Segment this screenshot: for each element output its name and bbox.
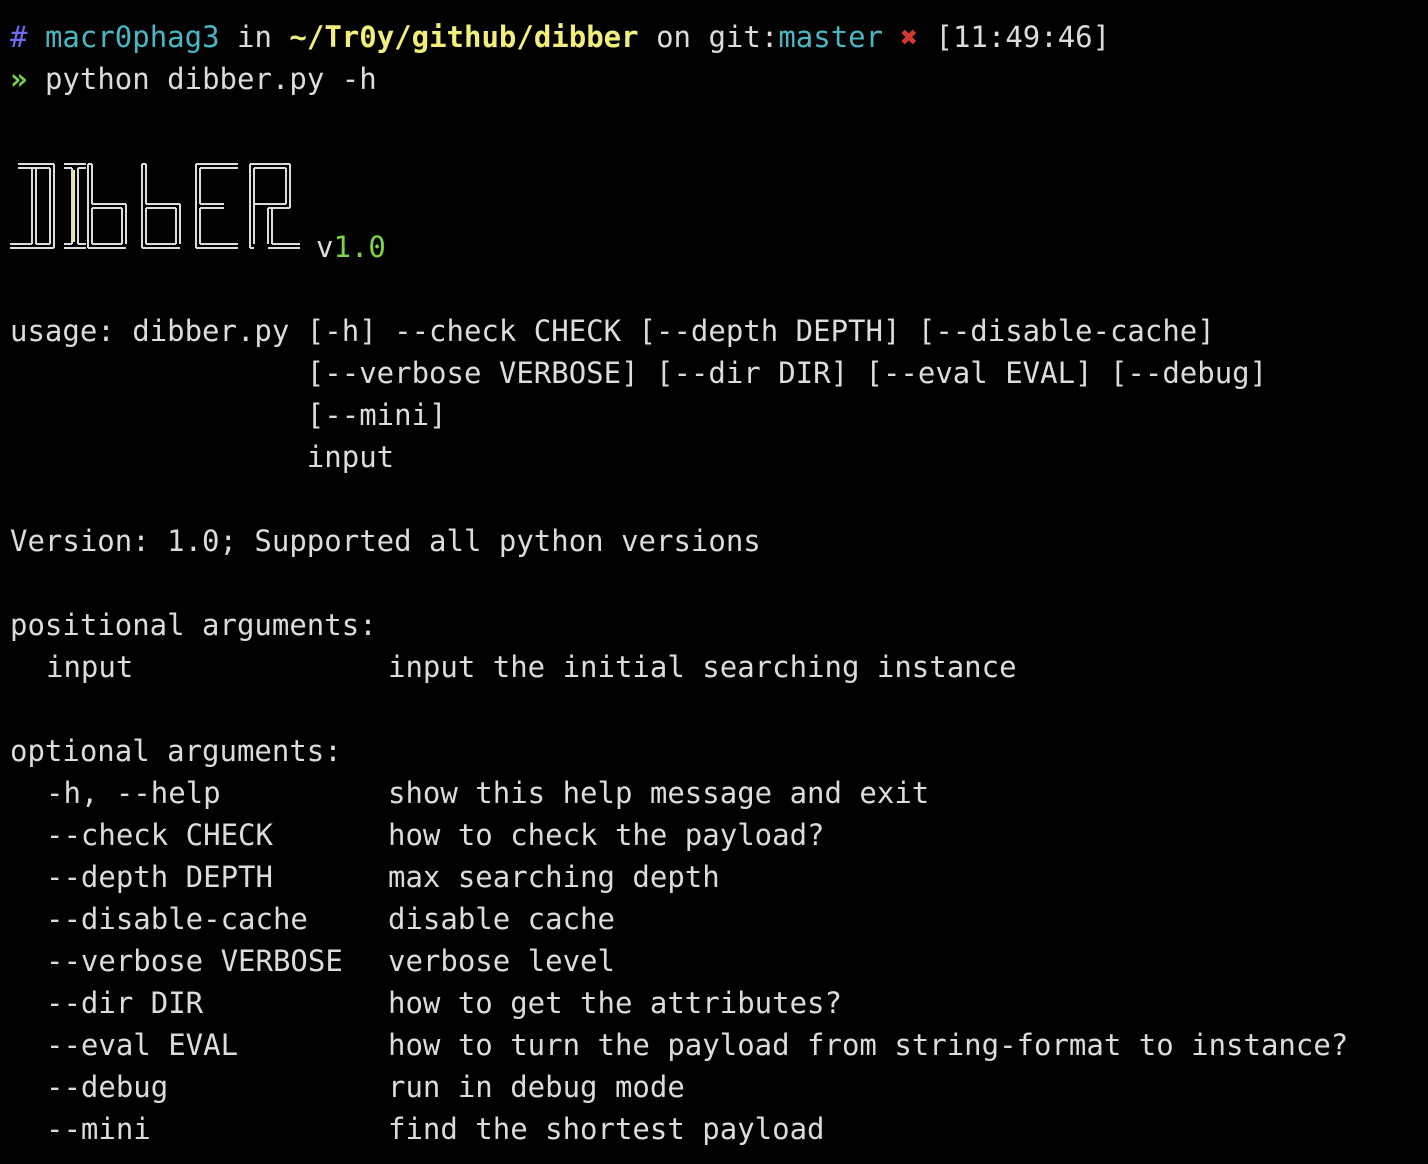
prompt-branch: master <box>778 20 884 54</box>
arg-desc: how to turn the payload from string-form… <box>388 1028 1349 1062</box>
optional-arg-eval: --eval EVAL how to turn the payload from… <box>10 1024 1420 1066</box>
optional-arg-check: --check CHECK how to check the payload? <box>10 814 1420 856</box>
optional-arg-help: -h, --help show this help message and ex… <box>10 772 1420 814</box>
positional-arg-input: input input the initial searching instan… <box>10 646 1420 688</box>
optional-heading: optional arguments: <box>10 734 342 768</box>
arg-desc: run in debug mode <box>388 1070 685 1104</box>
optional-arg-verbose: --verbose VERBOSE verbose level <box>10 940 1420 982</box>
dibber-logo <box>10 160 310 252</box>
arg-flag: --mini <box>46 1112 151 1146</box>
positional-heading: positional arguments: <box>10 608 377 642</box>
usage-line-3: [--mini] <box>10 398 447 432</box>
optional-arg-mini: --mini find the shortest payload <box>10 1108 1420 1150</box>
arg-flag: --check CHECK <box>46 818 273 852</box>
dirty-mark-icon: ✖ <box>900 20 919 54</box>
arg-flag: --eval EVAL <box>46 1028 239 1062</box>
usage-line-2: [--verbose VERBOSE] [--dir DIR] [--eval … <box>10 356 1268 390</box>
arg-flag: --dir DIR <box>46 986 204 1020</box>
optional-arg-dir: --dir DIR how to get the attributes? <box>10 982 1420 1024</box>
prompt-git-label: git: <box>708 20 779 54</box>
terminal-window[interactable]: # macr0phag3 in ~/Tr0y/github/dibber on … <box>0 0 1428 1164</box>
optional-arg-depth: --depth DEPTH max searching depth <box>10 856 1420 898</box>
arg-desc: find the shortest payload <box>388 1112 825 1146</box>
arg-desc: how to check the payload? <box>388 818 825 852</box>
prompt-user: macr0phag3 <box>44 20 220 54</box>
description-text: Version: 1.0; Supported all python versi… <box>10 524 761 558</box>
prompt-in: in <box>237 20 272 54</box>
arg-flag: --depth DEPTH <box>46 860 273 894</box>
prompt-path: ~/Tr0y/github/dibber <box>289 20 639 54</box>
arg-desc: show this help message and exit <box>388 776 930 810</box>
usage-line-1: usage: dibber.py [-h] --check CHECK [--d… <box>10 314 1215 348</box>
version-badge: v1.0 <box>316 226 386 268</box>
arg-flag: --disable-cache <box>46 902 308 936</box>
prompt-arrow-icon: » <box>10 62 28 96</box>
dibber-logo-art <box>10 163 300 249</box>
arg-desc: input the initial searching instance <box>388 650 1017 684</box>
version-number: 1.0 <box>333 230 386 264</box>
command-line[interactable]: » python dibber.py -h <box>10 58 377 100</box>
prompt-line: # macr0phag3 in ~/Tr0y/github/dibber on … <box>10 16 1110 58</box>
command-text: python dibber.py -h <box>44 62 377 96</box>
arg-desc: max searching depth <box>388 860 720 894</box>
version-prefix: v <box>316 230 334 264</box>
arg-desc: how to get the attributes? <box>388 986 842 1020</box>
optional-arg-debug: --debug run in debug mode <box>10 1066 1420 1108</box>
optional-arg-disable-cache: --disable-cache disable cache <box>10 898 1420 940</box>
prompt-hash: # <box>10 20 28 54</box>
arg-flag: input <box>46 650 134 684</box>
prompt-on: on <box>656 20 691 54</box>
arg-flag: --verbose VERBOSE <box>46 944 343 978</box>
arg-flag: --debug <box>46 1070 169 1104</box>
prompt-time: [11:49:46] <box>935 20 1111 54</box>
arg-flag: -h, --help <box>46 776 221 810</box>
arg-desc: disable cache <box>388 902 615 936</box>
arg-desc: verbose level <box>388 944 615 978</box>
usage-line-4: input <box>10 440 395 474</box>
